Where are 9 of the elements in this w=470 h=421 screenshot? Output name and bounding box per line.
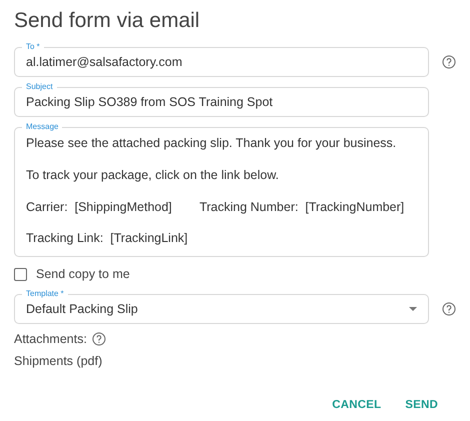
caret-icon: [409, 307, 417, 312]
checkbox-label[interactable]: Send copy to me: [36, 267, 130, 282]
checkbox[interactable]: [14, 268, 27, 281]
attachment-item: Shipments (pdf): [14, 354, 104, 368]
help-icon[interactable]: [442, 55, 456, 69]
dialog-title: Send form via email: [14, 9, 201, 33]
attachments-label: Attachments:: [14, 332, 87, 346]
help-icon[interactable]: [92, 332, 106, 346]
help-icon[interactable]: [442, 302, 456, 316]
